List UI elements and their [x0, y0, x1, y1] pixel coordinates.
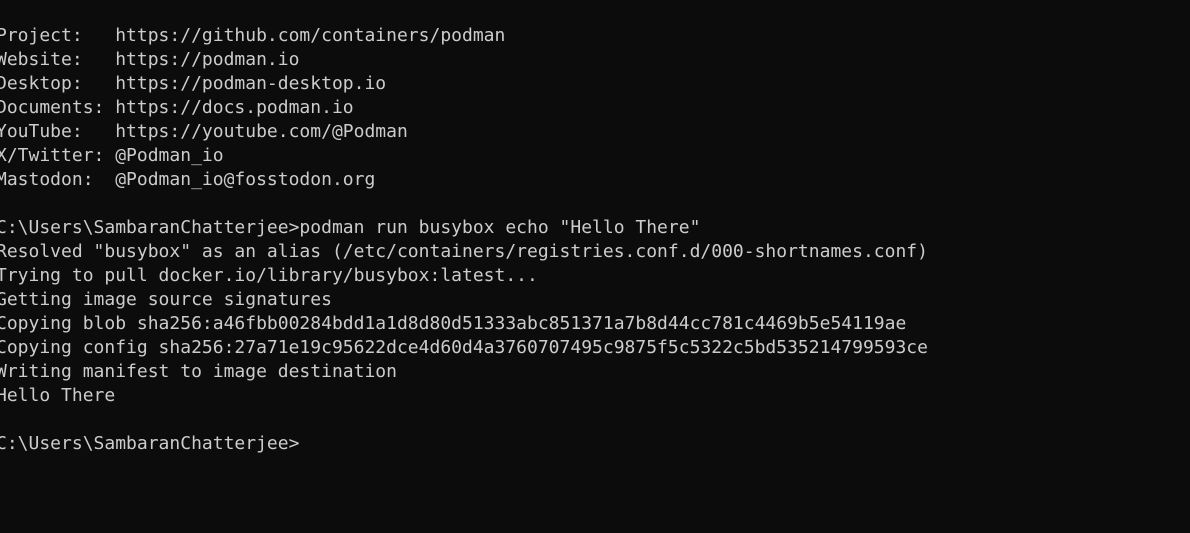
terminal-output: Project: https://github.com/containers/p…: [0, 24, 1186, 456]
terminal-line-trying-pull: Trying to pull docker.io/library/busybox…: [0, 265, 538, 286]
terminal-line-mastodon: Mastodon: @Podman_io@fosstodon.org: [0, 169, 376, 190]
terminal-line-copying-config: Copying config sha256:27a71e19c95622dce4…: [0, 337, 928, 358]
terminal-line-blank-2: [0, 408, 1186, 432]
terminal-line-twitter: X/Twitter: @Podman_io: [0, 145, 224, 166]
terminal-line-website: Website: https://podman.io: [0, 49, 300, 70]
terminal-line-project: Project: https://github.com/containers/p…: [0, 25, 506, 46]
terminal-line-documents: Documents: https://docs.podman.io: [0, 97, 354, 118]
terminal-line-writing-manifest: Writing manifest to image destination: [0, 361, 397, 382]
terminal-line-desktop: Desktop: https://podman-desktop.io: [0, 73, 387, 94]
terminal-line-resolved: Resolved "busybox" as an alias (/etc/con…: [0, 241, 928, 262]
terminal-line-hello-there: Hello There: [0, 385, 116, 406]
terminal-line-getting-signatures: Getting image source signatures: [0, 289, 332, 310]
terminal-line-command: C:\Users\SambaranChatterjee>podman run b…: [0, 217, 701, 238]
cursor-area[interactable]: [299, 434, 309, 454]
command-prompt-line[interactable]: C:\Users\SambaranChatterjee>: [0, 432, 1186, 456]
terminal-line-youtube: YouTube: https://youtube.com/@Podman: [0, 121, 408, 142]
terminal-line-copying-blob: Copying blob sha256:a46fbb00284bdd1a1d8d…: [0, 313, 907, 334]
terminal-window[interactable]: Project: https://github.com/containers/p…: [0, 0, 1190, 533]
command-prompt: C:\Users\SambaranChatterjee>: [0, 433, 300, 454]
